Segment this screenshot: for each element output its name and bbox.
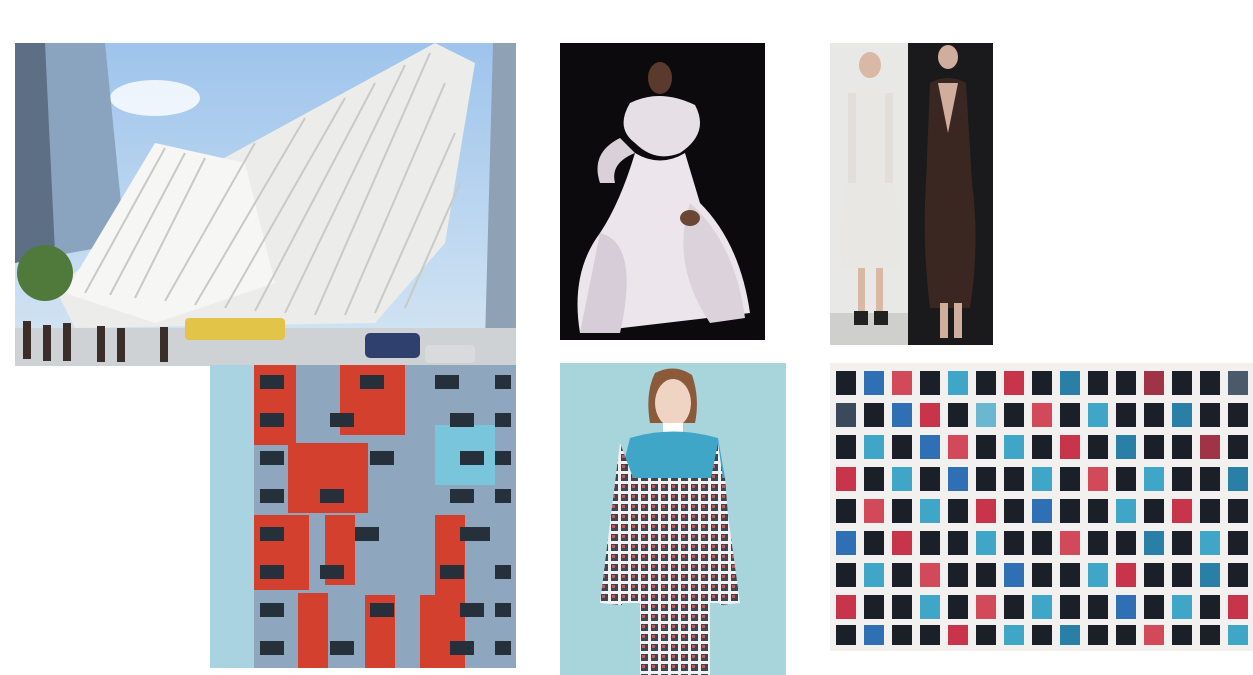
colorful-grid-texture-photo-icon — [830, 363, 1253, 651]
facade-photo — [210, 365, 516, 668]
gown-photo — [560, 43, 765, 340]
sculptural-white-gown-photo-icon — [560, 43, 765, 340]
runway-duo-photo — [830, 43, 993, 345]
two-models-runway-photo-icon — [830, 43, 993, 345]
architecture-photo — [15, 43, 516, 366]
grid-texture-photo — [830, 363, 1253, 651]
red-blue-facade-photo-icon — [210, 365, 516, 668]
white-ribbed-building-photo-icon — [15, 43, 516, 366]
model-grid-coat-photo-icon — [560, 363, 786, 675]
model-photo — [560, 363, 786, 675]
